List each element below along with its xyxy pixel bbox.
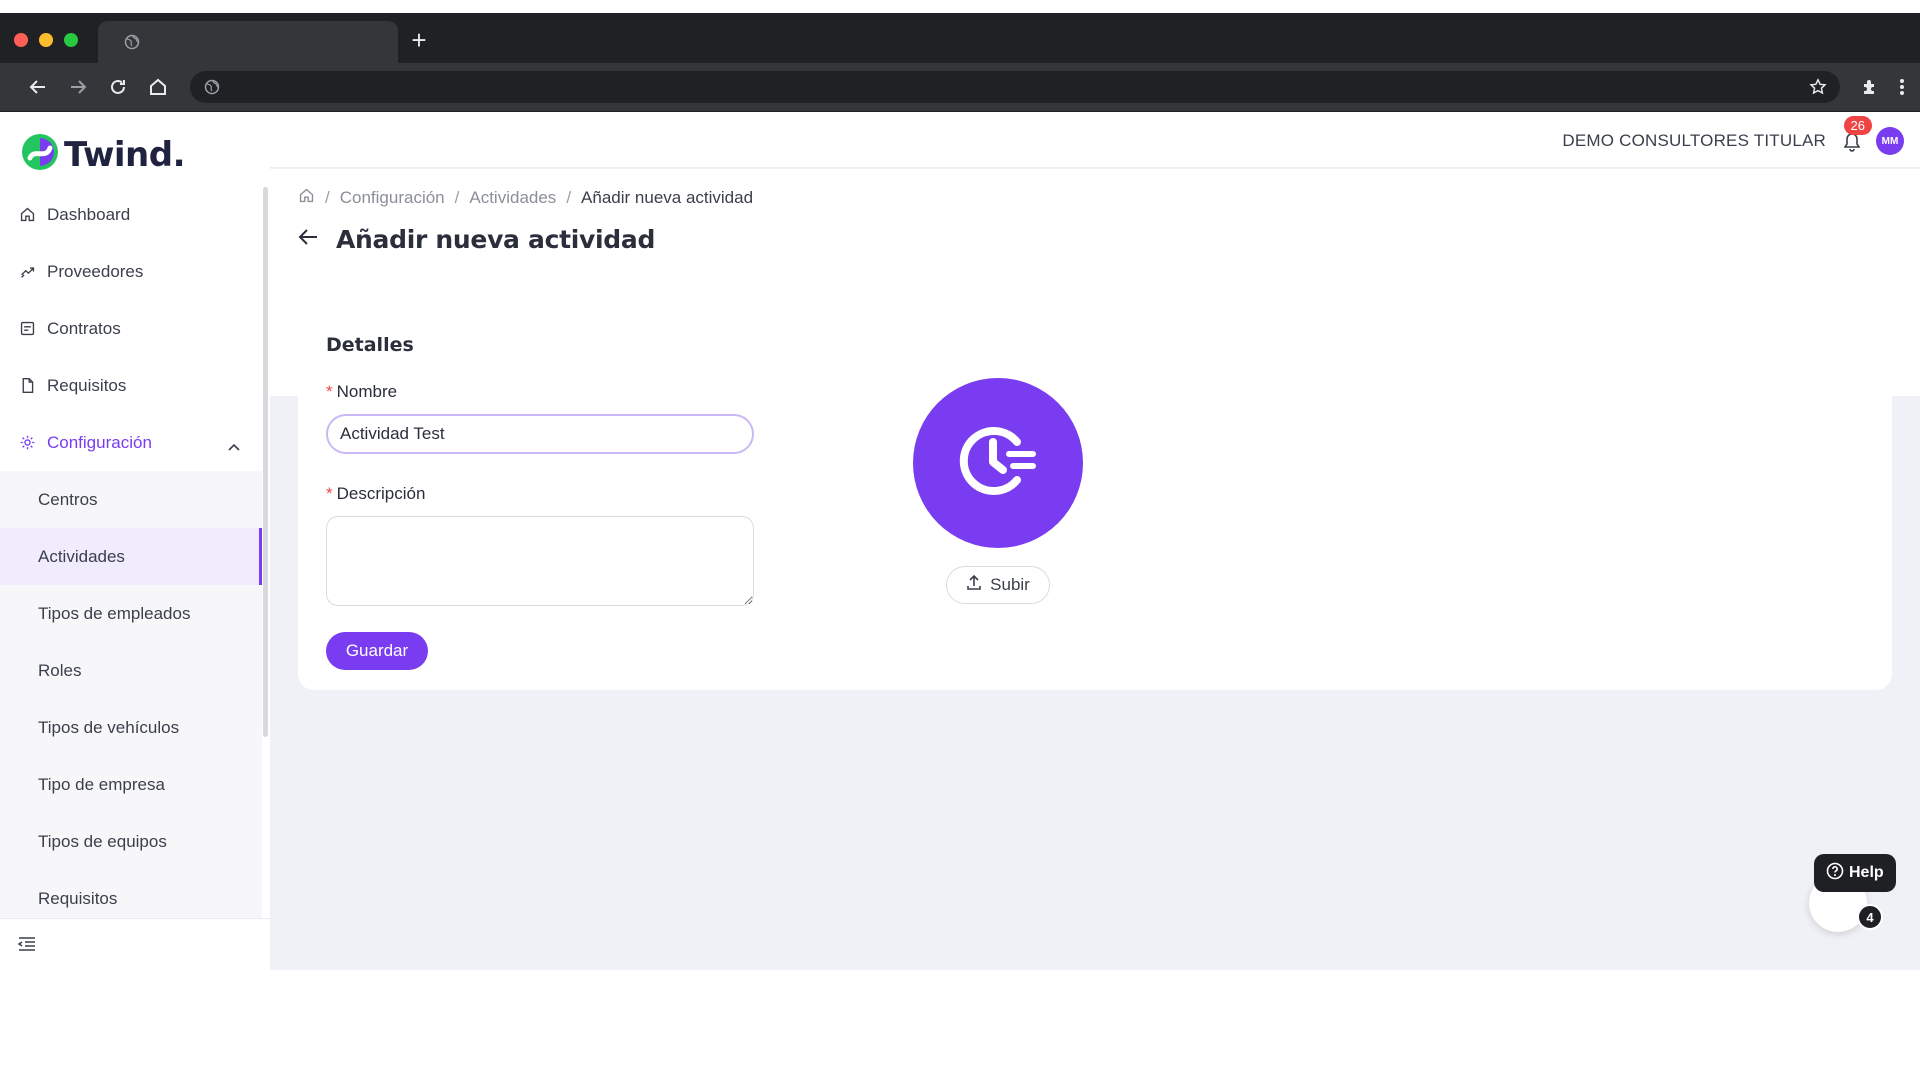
details-card: Detalles *Nombre *Descripción Guardar Su… (298, 312, 1892, 690)
chevron-up-icon[interactable] (228, 436, 240, 456)
forward-arrow-icon[interactable] (64, 73, 92, 101)
help-label: Help (1849, 864, 1884, 881)
submenu-item-centros[interactable]: Centros (0, 471, 262, 528)
breadcrumb-actividades[interactable]: Actividades (469, 188, 556, 208)
home-icon (18, 206, 36, 224)
upload-icon (966, 574, 982, 596)
reload-icon[interactable] (104, 73, 132, 101)
brand-name: Twind. (64, 134, 185, 175)
handshake-icon (18, 263, 36, 281)
breadcrumb-separator: / (566, 188, 572, 207)
description-textarea[interactable] (326, 516, 754, 606)
required-asterisk: * (326, 484, 333, 503)
name-input[interactable] (326, 414, 754, 454)
description-label-text: Descripción (336, 484, 426, 503)
submenu-item-tipos-de-equipos[interactable]: Tipos de equipos (0, 813, 262, 870)
browser-tab[interactable] (98, 21, 398, 63)
back-arrow-icon[interactable] (298, 228, 318, 251)
minimize-window-dot[interactable] (39, 33, 53, 47)
submenu-item-tipos-de-vehiculos[interactable]: Tipos de vehículos (0, 699, 262, 756)
sidebar-item-label: Contratos (47, 318, 121, 338)
browser-toolbar (0, 63, 1920, 111)
browser-tabbar: + (0, 13, 1920, 63)
bookmark-star-icon[interactable] (1804, 73, 1832, 101)
extensions-puzzle-icon[interactable] (1856, 73, 1884, 101)
help-widget[interactable]: Help 4 (1805, 854, 1896, 944)
back-arrow-icon[interactable] (24, 73, 52, 101)
maximize-window-dot[interactable] (64, 33, 78, 47)
home-browser-icon[interactable] (144, 73, 172, 101)
title-row: Añadir nueva actividad (298, 225, 655, 254)
submenu-item-tipos-de-empleados[interactable]: Tipos de empleados (0, 585, 262, 642)
browser-menu-icon[interactable] (1888, 73, 1916, 101)
address-bar[interactable] (190, 71, 1840, 103)
submenu-item-roles[interactable]: Roles (0, 642, 262, 699)
breadcrumb-separator: / (325, 188, 330, 207)
name-label: * Nombre (326, 382, 397, 402)
sidebar-item-label: Requisitos (47, 375, 127, 395)
gear-icon (18, 434, 36, 452)
sidebar-item-requisitos[interactable]: Requisitos (0, 357, 262, 414)
sidebar-item-label: Configuración (47, 432, 152, 452)
sidebar-item-dashboard[interactable]: Dashboard (0, 186, 262, 243)
sidebar-scrollbar[interactable] (263, 187, 268, 737)
sidebar-menu: Dashboard Proveedores Contratos Requisit… (0, 186, 262, 927)
upload-label: Subir (990, 575, 1030, 594)
sidebar-item-proveedores[interactable]: Proveedores (0, 243, 262, 300)
section-title: Detalles (326, 334, 414, 356)
globe-icon (124, 34, 140, 55)
clock-list-icon (953, 416, 1043, 511)
notification-count-badge: 26 (1843, 116, 1872, 135)
collapse-menu-icon[interactable] (17, 936, 36, 957)
activity-image (913, 378, 1083, 548)
top-header: DEMO CONSULTORES TITULAR 26 MM (270, 112, 1920, 168)
submenu-item-actividades[interactable]: Actividades (0, 528, 262, 585)
name-label-text: Nombre (336, 382, 398, 401)
upload-button[interactable]: Subir (946, 566, 1050, 604)
page-title: Añadir nueva actividad (336, 225, 656, 254)
new-tab-plus-icon[interactable]: + (406, 27, 432, 53)
question-circle-icon (1826, 862, 1844, 885)
help-button[interactable]: Help (1814, 854, 1896, 892)
help-count-badge: 4 (1857, 904, 1883, 930)
avatar[interactable]: MM (1876, 127, 1904, 155)
required-asterisk: * (326, 382, 333, 401)
submenu-item-tipo-de-empresa[interactable]: Tipo de empresa (0, 756, 262, 813)
breadcrumb-separator: / (454, 188, 460, 207)
contract-icon (18, 320, 36, 338)
company-name[interactable]: DEMO CONSULTORES TITULAR (1562, 131, 1826, 151)
sidebar-item-label: Dashboard (47, 204, 131, 224)
sidebar-item-label: Proveedores (47, 261, 144, 281)
configuracion-submenu: Centros Actividades Tipos de empleados R… (0, 471, 262, 927)
twind-logo-icon (20, 132, 60, 177)
sidebar-item-contratos[interactable]: Contratos (0, 300, 262, 357)
document-icon (18, 377, 36, 395)
sidebar-item-configuracion[interactable]: Configuración (0, 414, 262, 471)
save-button[interactable]: Guardar (326, 632, 428, 670)
sidebar: Twind. Dashboard Proveedores Contratos R… (0, 112, 270, 970)
bell-icon[interactable] (1843, 132, 1861, 157)
app-viewport: Twind. Dashboard Proveedores Contratos R… (0, 112, 1920, 970)
breadcrumb-configuracion[interactable]: Configuración (340, 188, 445, 208)
breadcrumb-current: Añadir nueva actividad (581, 188, 754, 207)
description-label: * Descripción (326, 484, 425, 504)
site-info-icon[interactable] (204, 79, 220, 100)
breadcrumb: / Configuración / Actividades / Añadir n… (298, 187, 753, 209)
close-window-dot[interactable] (14, 33, 28, 47)
sidebar-footer (0, 918, 270, 970)
brand-logo[interactable]: Twind. (20, 132, 185, 177)
home-icon[interactable] (298, 187, 315, 209)
